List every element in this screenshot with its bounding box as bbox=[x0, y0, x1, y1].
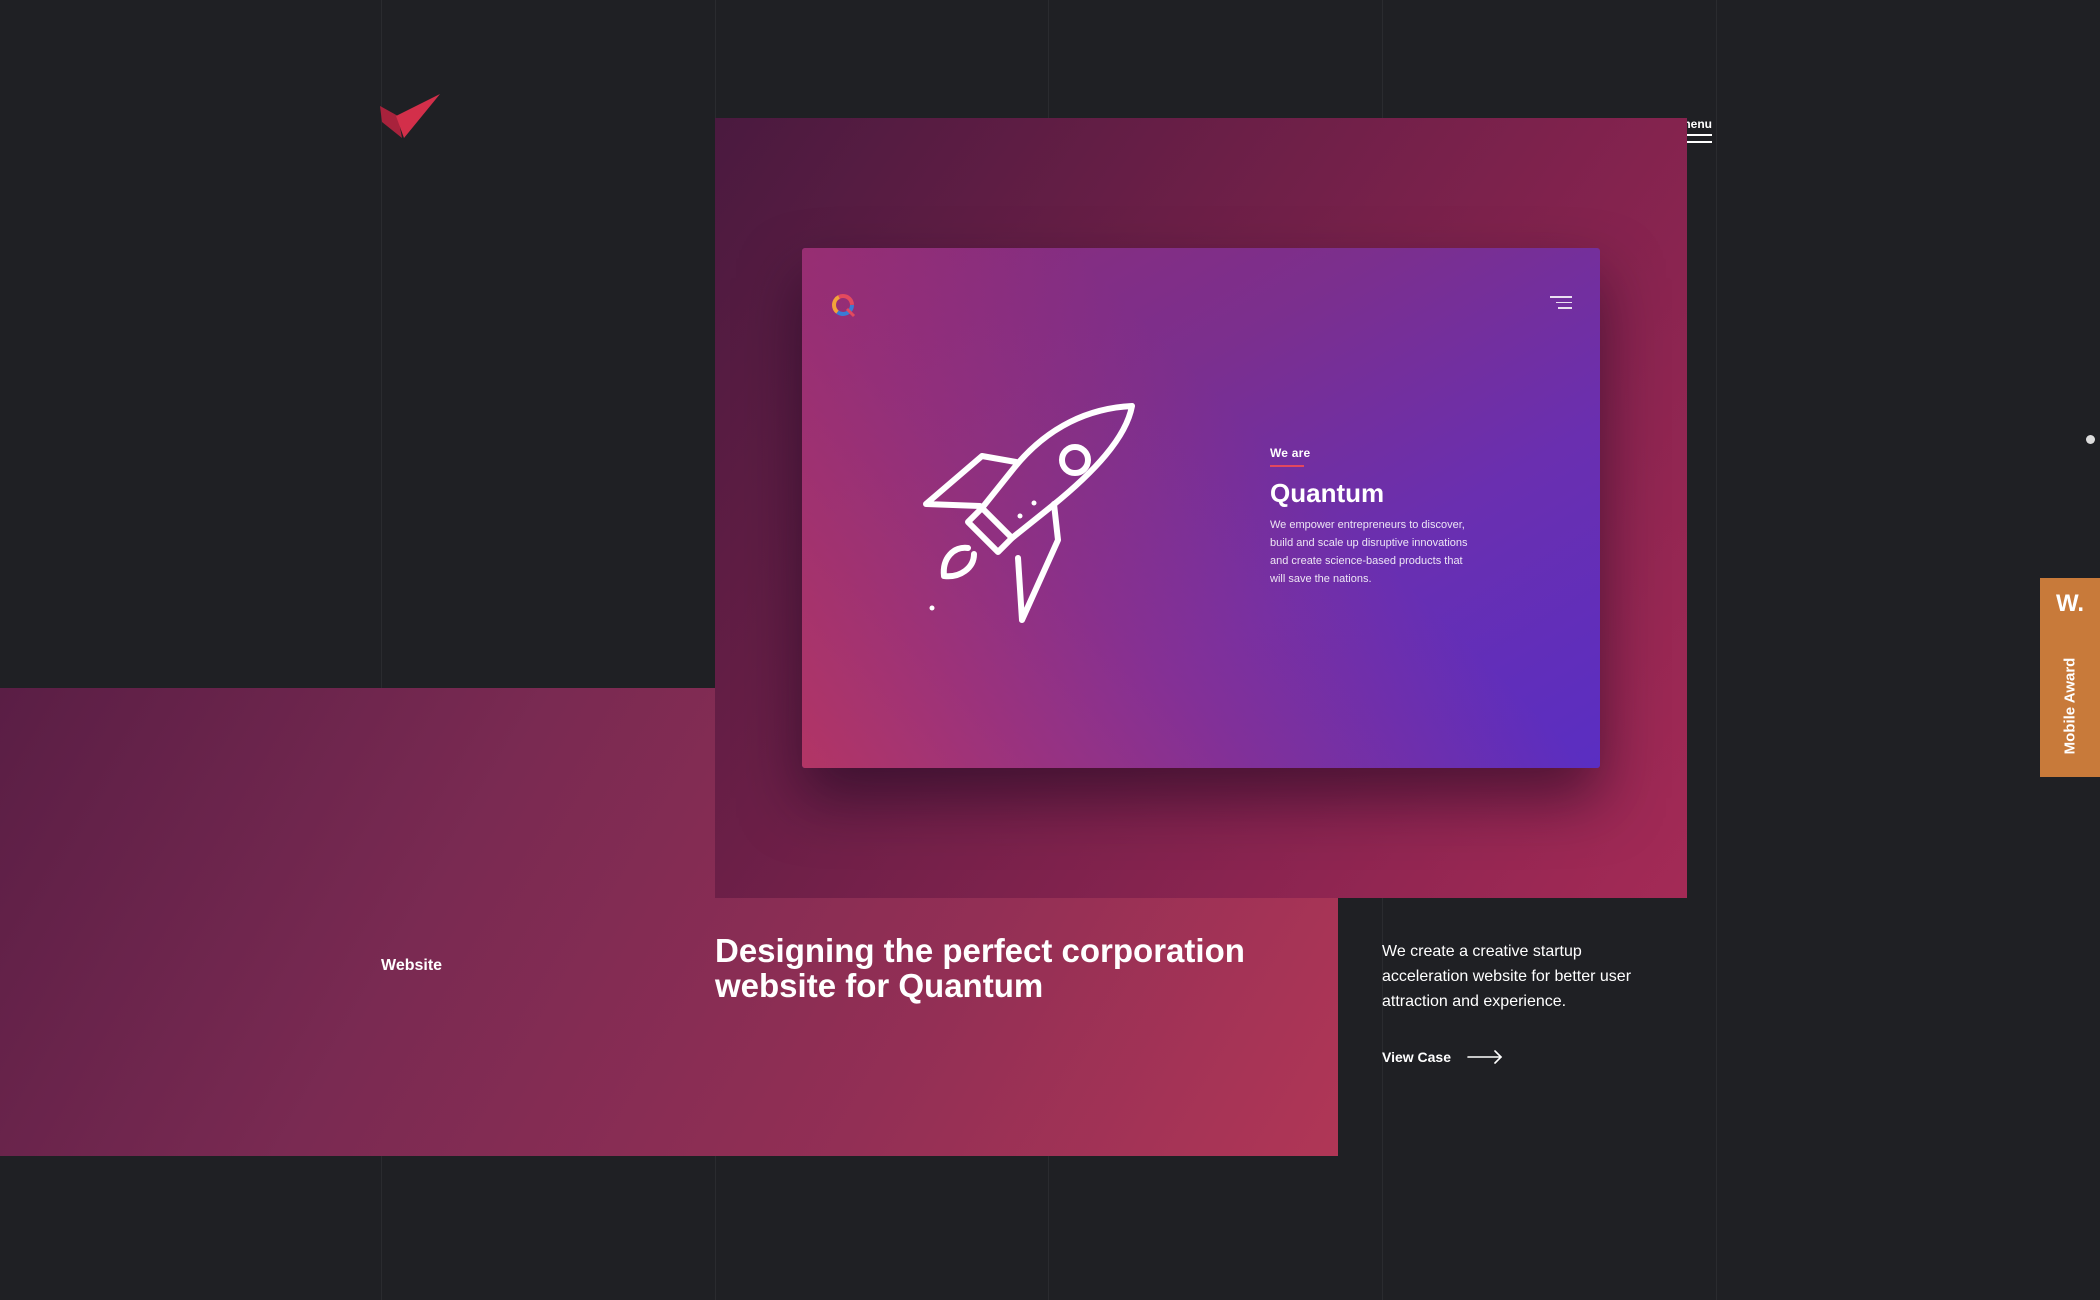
award-badge[interactable]: W. Mobile Award bbox=[2040, 578, 2100, 777]
screen-description: We empower entrepreneurs to discover, bu… bbox=[1270, 519, 1468, 585]
brand-logo[interactable] bbox=[380, 94, 442, 138]
slide-nav-dot[interactable] bbox=[2086, 435, 2095, 444]
eyebrow-underline bbox=[1270, 465, 1304, 467]
rocket-icon bbox=[920, 398, 1150, 623]
grid-line bbox=[1716, 0, 1717, 1300]
project-screenshot[interactable]: We are Quantum We empower entrepreneurs … bbox=[802, 248, 1600, 768]
project-category: Website bbox=[381, 957, 443, 974]
award-label: Mobile Award bbox=[2061, 657, 2079, 755]
screen-eyebrow: We are bbox=[1270, 446, 1311, 460]
hamburger-icon bbox=[1550, 296, 1572, 313]
quantum-logo-icon bbox=[830, 292, 856, 318]
arrow-right-icon bbox=[1467, 1050, 1503, 1064]
view-case-label: View Case bbox=[1382, 1049, 1452, 1065]
screen-title: Quantum bbox=[1270, 478, 1385, 508]
project-headline: Designing the perfect corporation websit… bbox=[715, 932, 1245, 1004]
view-case-link[interactable]: View Case bbox=[1382, 1046, 1503, 1068]
award-logo: W. bbox=[2056, 590, 2084, 617]
project-description: We create a creative startup acceleratio… bbox=[1382, 943, 1632, 1010]
